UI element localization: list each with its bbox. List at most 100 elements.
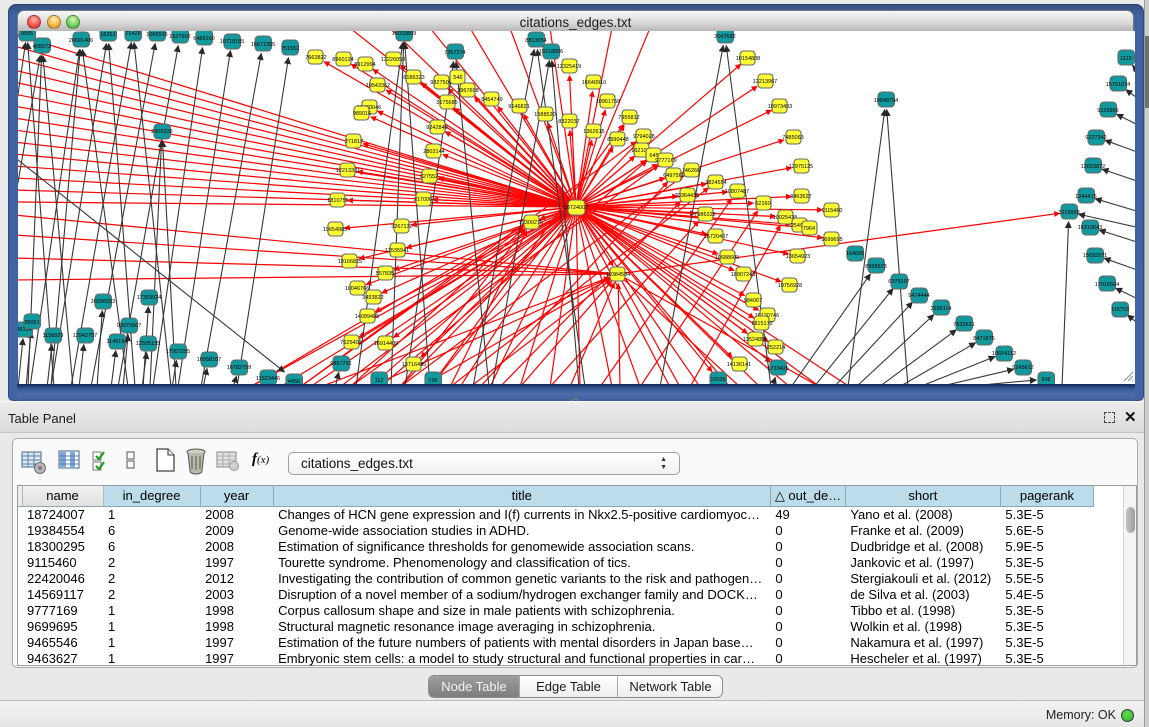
svg-text:16671355: 16671355 [251,42,275,48]
svg-text:10961758: 10961758 [596,99,620,105]
svg-text:405572: 405572 [33,44,51,50]
svg-text:8454749: 8454749 [481,97,502,103]
svg-text:12213331: 12213331 [336,168,360,174]
svg-text:71425: 71425 [125,31,140,37]
svg-text:271817: 271817 [345,139,363,145]
svg-text:2905336: 2905336 [151,129,172,135]
svg-text:2803144: 2803144 [423,149,444,155]
svg-text:1112: 1112 [1120,56,1131,62]
svg-text:8912994: 8912994 [354,62,375,68]
svg-text:2967608: 2967608 [457,88,478,94]
svg-text:4456: 4456 [288,379,300,384]
svg-text:3175685: 3175685 [436,100,457,106]
svg-text:12213967: 12213967 [753,79,777,85]
svg-text:15720407: 15720407 [704,234,728,240]
svg-text:112: 112 [375,378,384,384]
svg-text:1362615: 1362615 [583,129,604,135]
svg-text:116753: 116753 [1111,307,1129,313]
svg-text:9129966: 9129966 [1097,108,1118,114]
svg-text:3215958: 3215958 [1058,210,1079,216]
svg-text:1733426: 1733426 [767,366,788,372]
svg-text:16033809: 16033809 [392,31,416,37]
svg-text:927552: 927552 [420,174,438,180]
svg-text:1810755: 1810755 [327,198,348,204]
svg-text:18724007: 18724007 [564,205,588,211]
svg-text:35051: 35051 [24,320,39,326]
svg-text:1527602: 1527602 [169,34,190,40]
svg-text:10648764: 10648764 [874,98,898,104]
svg-text:6466160: 6466160 [193,36,214,42]
svg-text:9857791: 9857791 [330,361,351,367]
svg-text:1156829: 1156829 [42,333,63,339]
svg-text:17016504: 17016504 [1095,282,1119,288]
svg-text:18907249: 18907249 [731,272,755,278]
svg-text:10654112: 10654112 [992,351,1016,357]
svg-text:62160: 62160 [755,201,770,207]
svg-text:10958107: 10958107 [197,357,221,363]
svg-text:20691406: 20691406 [69,38,93,44]
svg-text:16251: 16251 [100,32,115,38]
svg-text:3267130: 3267130 [391,224,412,230]
svg-text:19756928: 19756928 [778,283,802,289]
svg-text:9777169: 9777169 [655,158,676,164]
svg-text:14099485: 14099485 [355,314,379,320]
svg-text:936: 936 [1041,377,1050,383]
svg-text:16914409: 16914409 [374,341,398,347]
svg-text:9794028: 9794028 [633,134,654,140]
svg-text:7632621: 7632621 [953,322,974,328]
svg-text:751552: 751552 [281,46,299,52]
svg-text:2047682: 2047682 [714,34,735,40]
svg-text:3493822: 3493822 [362,295,383,301]
svg-text:8813054: 8813054 [525,38,546,44]
svg-text:9245612: 9245612 [1012,365,1033,371]
svg-text:2935114: 2935114 [930,306,951,312]
svg-text:7625402: 7625402 [340,340,361,346]
svg-text:19384554: 19384554 [606,272,630,278]
svg-text:10036: 10036 [710,377,725,383]
svg-text:1065526: 1065526 [146,32,167,38]
svg-text:13524851: 13524851 [743,337,767,343]
svg-text:6379197: 6379197 [888,279,909,285]
svg-text:557835: 557835 [376,271,394,277]
svg-text:7955812: 7955812 [618,115,639,121]
svg-text:17957255: 17957255 [166,349,190,355]
svg-text:12942757: 12942757 [73,333,97,339]
svg-text:8990448: 8990448 [607,137,628,143]
svg-text:756: 756 [428,378,437,384]
svg-text:9115460: 9115460 [821,208,842,214]
svg-text:9463627: 9463627 [790,194,811,200]
svg-text:15692971: 15692971 [1083,253,1107,259]
svg-text:17359924: 17359924 [137,295,161,301]
svg-text:19166825: 19166825 [338,259,362,265]
svg-text:10973493: 10973493 [768,104,792,110]
svg-text:20206553: 20206553 [91,299,115,305]
svg-text:13535941: 13535941 [385,248,409,254]
svg-text:10807487: 10807487 [725,189,749,195]
svg-text:9905: 9905 [21,31,33,37]
svg-text:9146821: 9146821 [508,104,529,110]
svg-text:16640910: 16640910 [582,80,606,86]
svg-text:12975125: 12975125 [789,164,813,170]
svg-text:1145194: 1145194 [106,339,127,345]
svg-text:15751074: 15751074 [1106,82,1130,88]
svg-text:1244415: 1244415 [1075,194,1096,200]
svg-text:746266: 746266 [682,168,700,174]
svg-text:984067: 984067 [744,298,762,304]
svg-text:7663822: 7663822 [305,55,326,61]
svg-text:989016: 989016 [353,111,371,117]
svg-text:1588520: 1588520 [534,112,555,118]
svg-text:9242848: 9242848 [426,125,447,131]
svg-text:14136141: 14136141 [727,362,751,368]
svg-text:3824554: 3824554 [705,180,726,186]
svg-text:164095: 164095 [846,251,864,257]
svg-text:19218506: 19218506 [539,49,563,55]
svg-text:7357274: 7357274 [444,50,465,56]
svg-text:8960124: 8960124 [332,57,353,63]
svg-text:10543362: 10543362 [366,83,390,89]
svg-text:12505135: 12505135 [136,341,160,347]
svg-text:217006: 217006 [414,197,432,203]
svg-text:12093872: 12093872 [1081,164,1105,170]
svg-text:16782759: 16782759 [227,365,251,371]
svg-text:10688609: 10688609 [715,255,739,261]
svg-text:1815172: 1815172 [751,321,772,327]
